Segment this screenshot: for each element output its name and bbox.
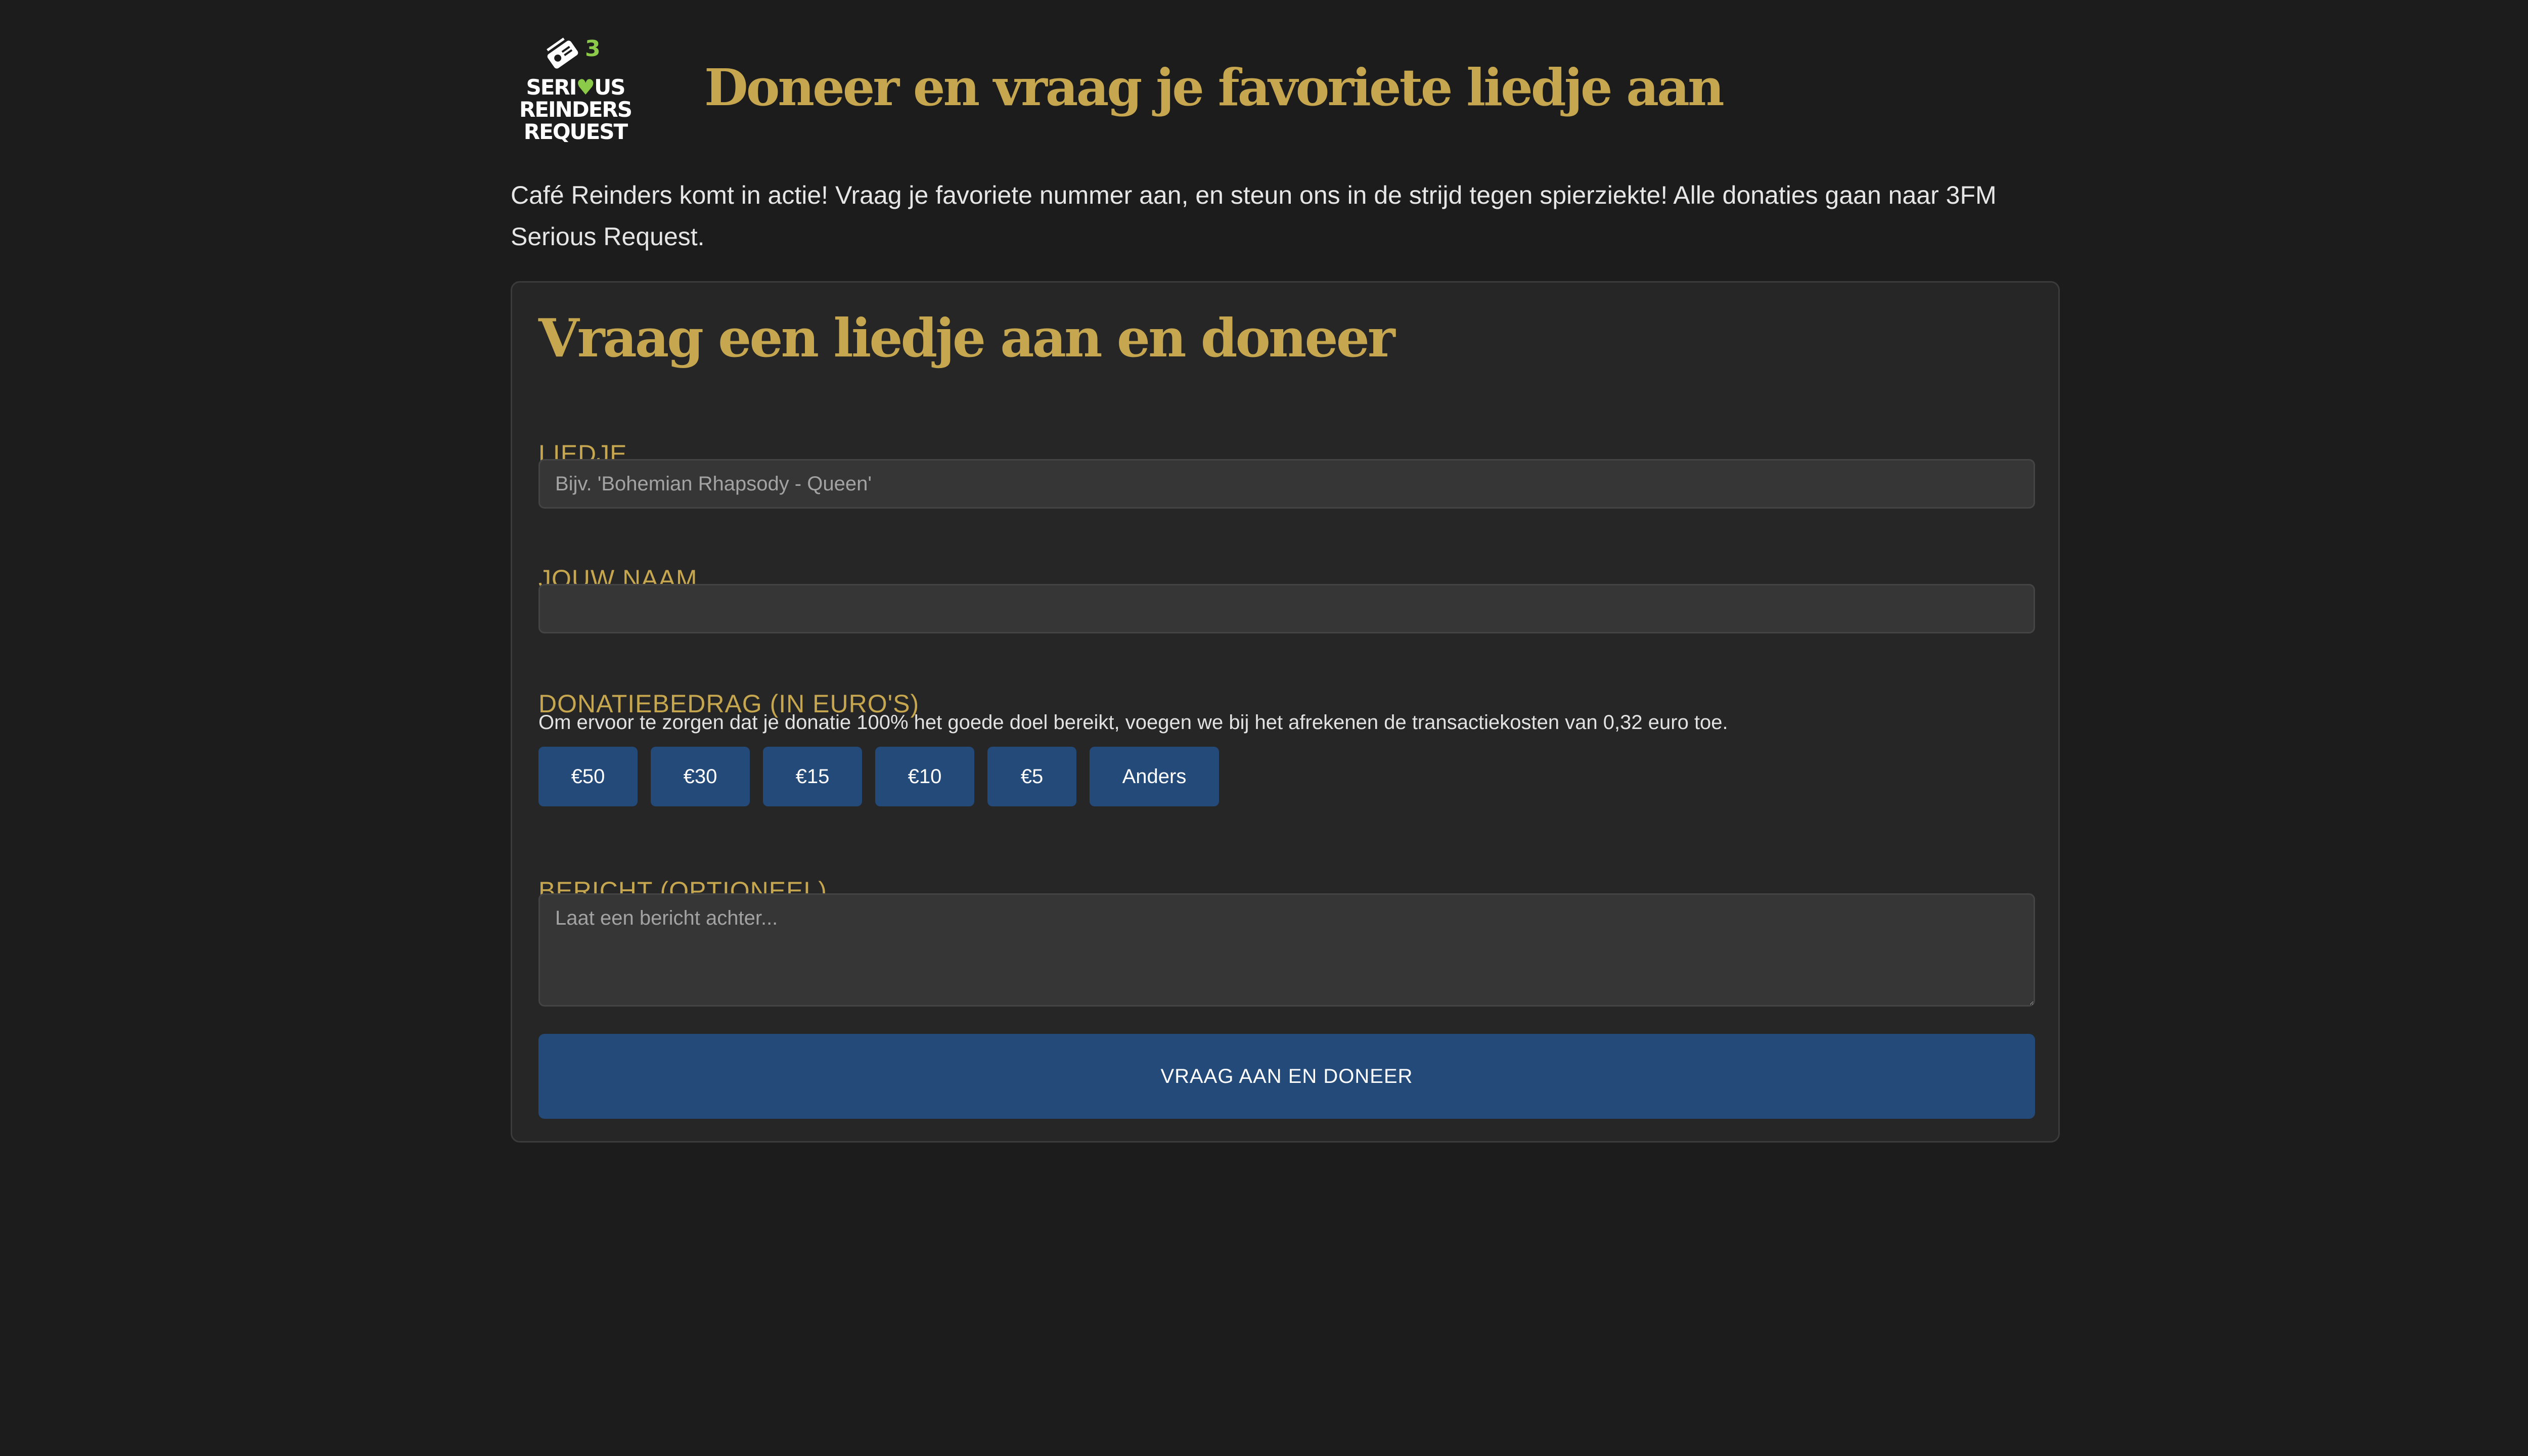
radio-logo-icon: 3 xyxy=(547,36,601,69)
serious-request-logo: 3 SERI♥US REINDERS REQUEST xyxy=(517,32,634,143)
name-input[interactable] xyxy=(538,584,2035,633)
logo-badge: 3 xyxy=(585,36,601,62)
amount-option-15[interactable]: €15 xyxy=(763,747,862,806)
amount-option-30[interactable]: €30 xyxy=(651,747,750,806)
amount-option-other[interactable]: Anders xyxy=(1090,747,1219,806)
header: 3 SERI♥US REINDERS REQUEST Doneer en vra… xyxy=(511,0,2063,174)
amount-options: €50 €30 €15 €10 €5 Anders xyxy=(538,747,1219,806)
transaction-cost-note: Om ervoor te zorgen dat je donatie 100% … xyxy=(538,711,1728,734)
page-title: Doneer en vraag je favoriete liedje aan xyxy=(704,57,1725,117)
request-form-card: Vraag een liedje aan en doneer LIEDJE JO… xyxy=(511,281,2060,1143)
heart-icon: ♥ xyxy=(576,74,595,100)
submit-button[interactable]: VRAAG AAN EN DONEER xyxy=(538,1034,2035,1119)
page-container: 3 SERI♥US REINDERS REQUEST Doneer en vra… xyxy=(511,0,2063,1143)
amount-option-50[interactable]: €50 xyxy=(538,747,638,806)
logo-wordmark: SERI♥US REINDERS REQUEST xyxy=(519,74,633,144)
message-textarea[interactable] xyxy=(538,893,2035,1007)
amount-option-5[interactable]: €5 xyxy=(987,747,1076,806)
song-input[interactable] xyxy=(538,459,2035,509)
form-title: Vraag een liedje aan en doneer xyxy=(538,307,1395,369)
intro-text: Café Reinders komt in actie! Vraag je fa… xyxy=(511,181,1997,251)
amount-option-10[interactable]: €10 xyxy=(875,747,974,806)
